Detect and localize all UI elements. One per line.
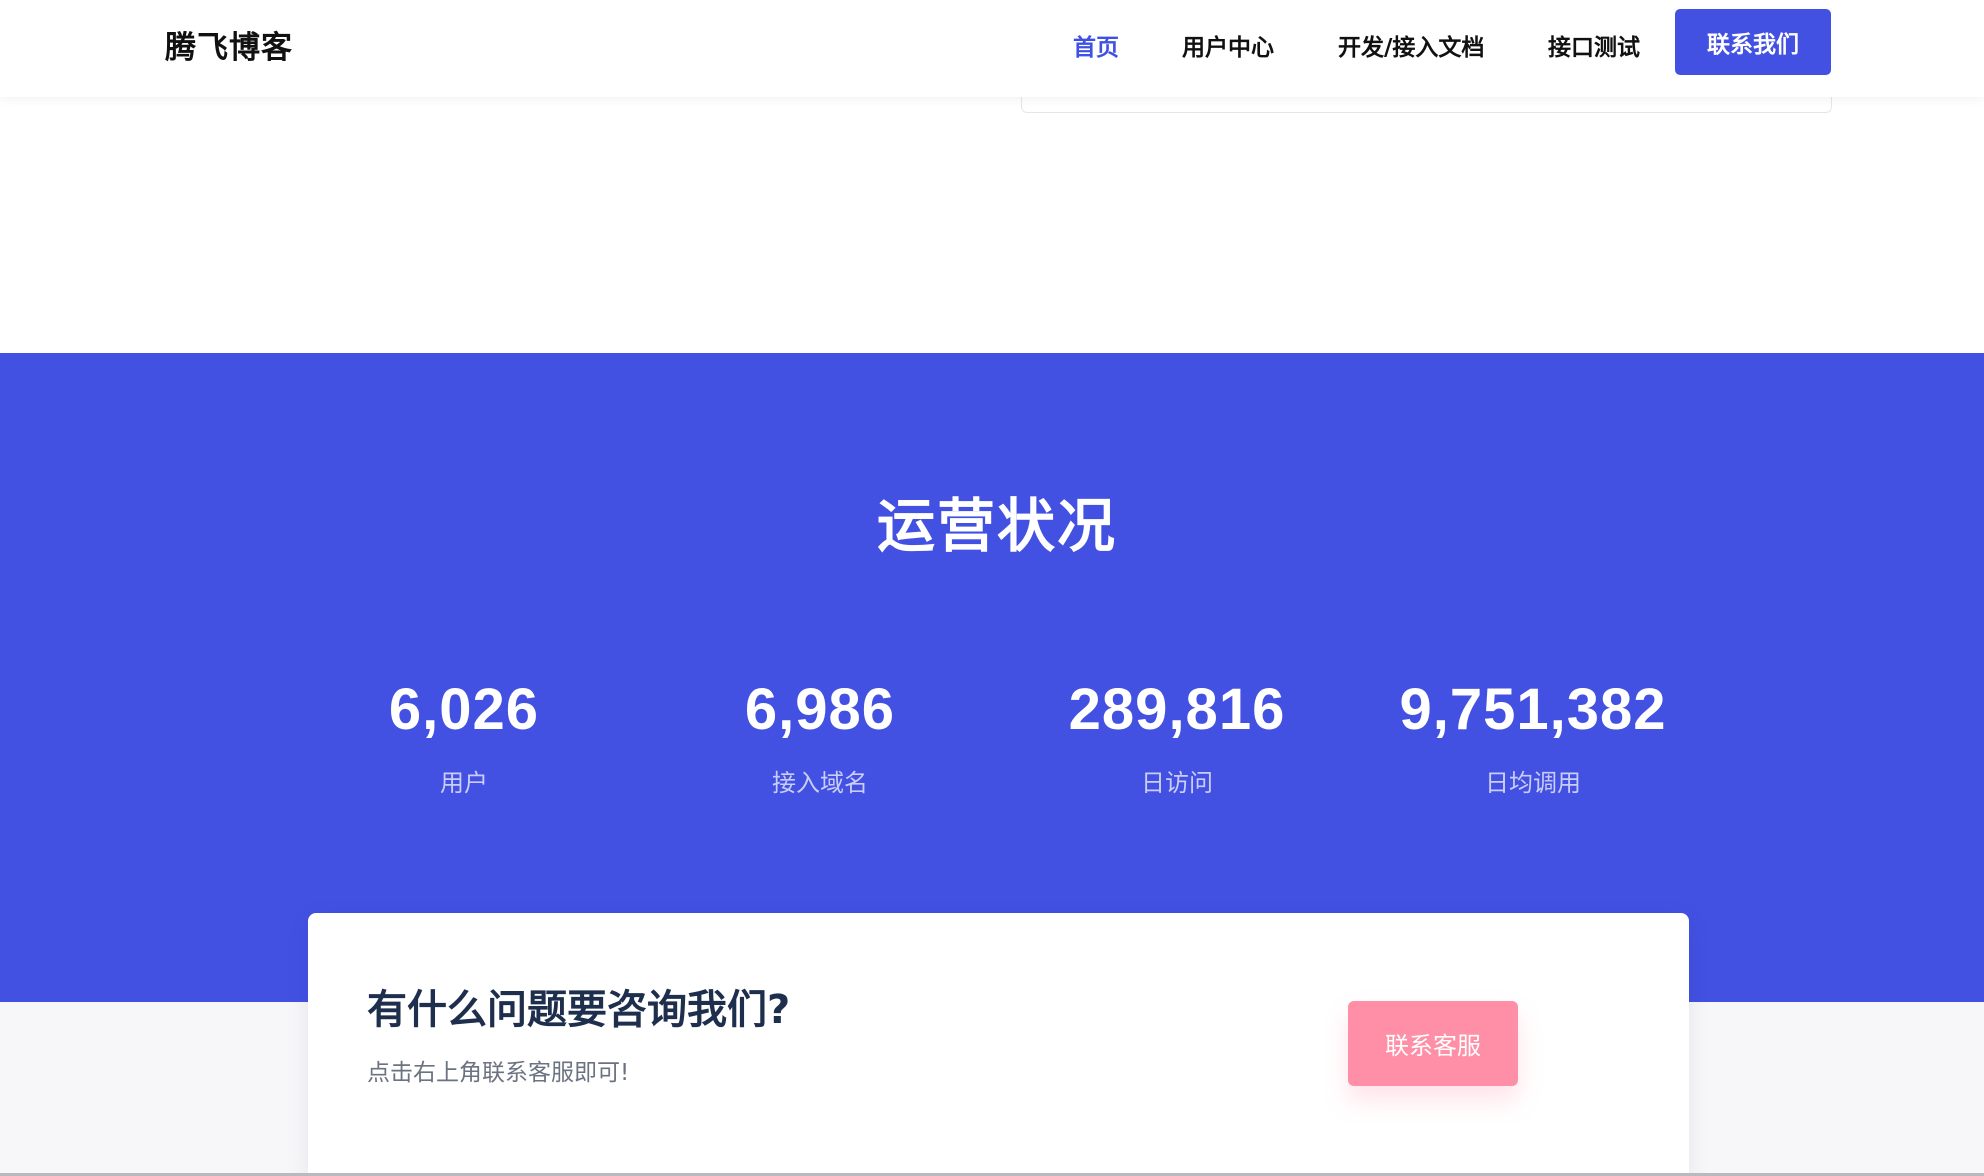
contact-support-button[interactable]: 联系客服 <box>1348 1001 1518 1086</box>
stat-domains: 6,986 接入域名 <box>640 675 1000 798</box>
stat-value: 6,026 <box>388 677 540 742</box>
stat-daily-visits: 289,816 日访问 <box>997 675 1357 798</box>
contact-us-button[interactable]: 联系我们 <box>1675 9 1831 75</box>
stat-label: 日访问 <box>1141 769 1213 797</box>
stat-value: 6,986 <box>744 677 896 742</box>
contact-card: 有什么问题要咨询我们? 点击右上角联系客服即可! 联系客服 <box>308 913 1689 1175</box>
stat-label: 日均调用 <box>1485 769 1581 797</box>
brand-logo-text[interactable]: 腾飞博客 <box>165 22 293 67</box>
stat-value: 9,751,382 <box>1399 677 1667 742</box>
nav-item-api-test[interactable]: 接口测试 <box>1548 28 1640 62</box>
stat-users: 6,026 用户 <box>284 675 644 798</box>
stats-title: 运营状况 <box>876 492 1117 560</box>
contact-title: 有什么问题要咨询我们? <box>367 987 791 1033</box>
stat-label: 用户 <box>440 769 488 797</box>
nav-item-home[interactable]: 首页 <box>1073 28 1119 62</box>
site-header: 腾飞博客 首页 用户中心 开发/接入文档 接口测试 联系我们 <box>0 0 1984 97</box>
stat-label: 接入域名 <box>772 769 868 797</box>
nav-item-dev-docs[interactable]: 开发/接入文档 <box>1338 28 1484 62</box>
contact-subtitle: 点击右上角联系客服即可! <box>367 1060 630 1086</box>
stats-section: 运营状况 6,026 用户 6,986 接入域名 289,816 日访问 9,7… <box>0 353 1984 1002</box>
nav-item-user-center[interactable]: 用户中心 <box>1182 28 1274 62</box>
stat-daily-calls: 9,751,382 日均调用 <box>1353 675 1713 798</box>
stat-value: 289,816 <box>1068 677 1286 742</box>
